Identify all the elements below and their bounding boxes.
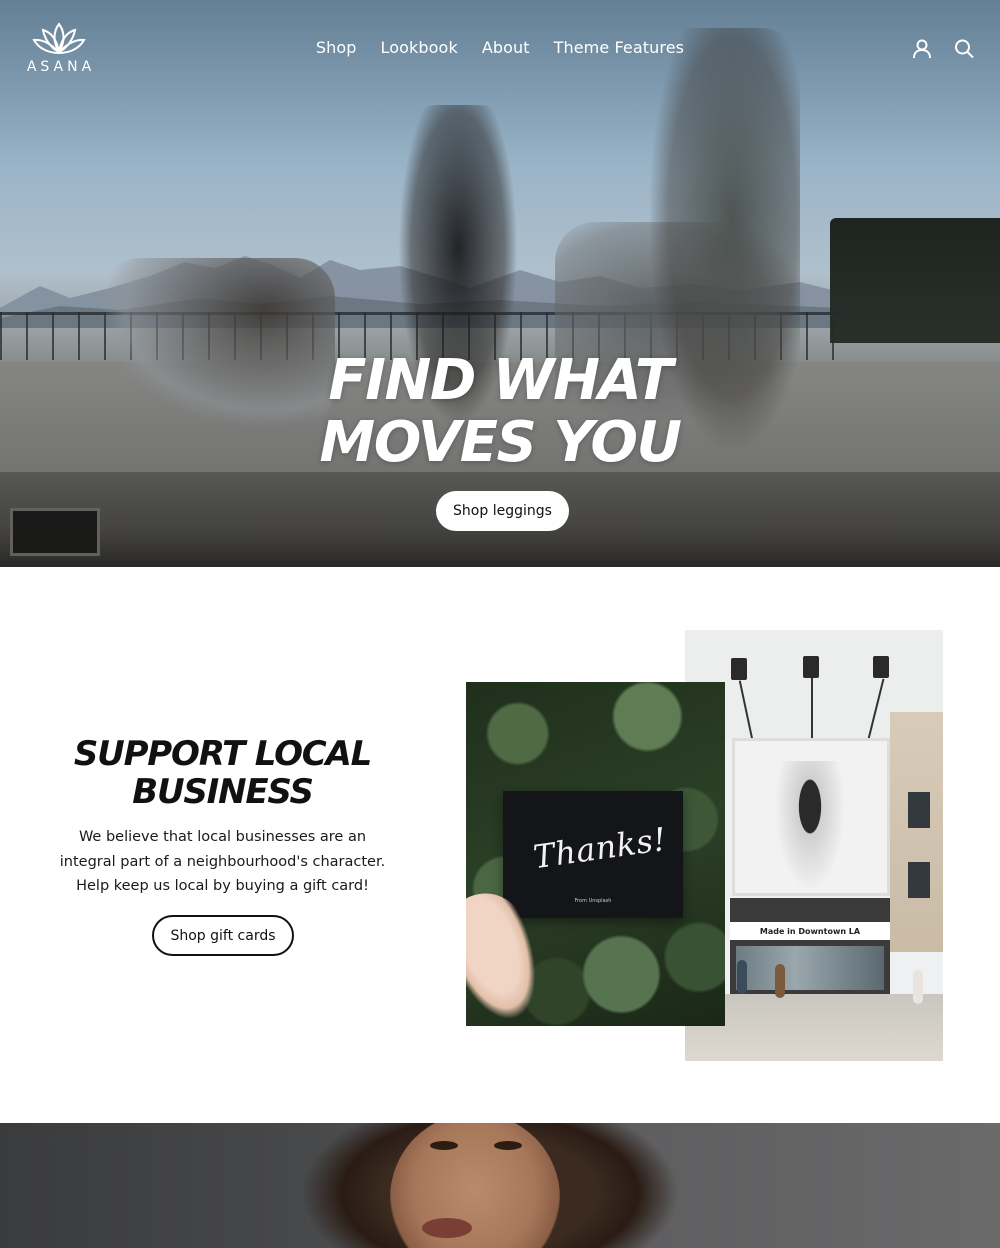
- nav-shop[interactable]: Shop: [316, 36, 357, 59]
- building-window: [908, 792, 930, 828]
- thanks-card: Thanks! From Unsplash: [503, 791, 683, 918]
- account-icon[interactable]: [912, 38, 932, 60]
- lamp-pole: [811, 678, 813, 740]
- stadium-lamp: [873, 656, 889, 678]
- shop-leggings-button[interactable]: Shop leggings: [436, 491, 569, 531]
- nav-lookbook[interactable]: Lookbook: [381, 36, 458, 59]
- portrait-eye: [494, 1141, 522, 1150]
- hero-overlay: [0, 0, 1000, 567]
- header-icons: [912, 38, 974, 60]
- pedestrian: [913, 970, 923, 1004]
- pedestrian: [775, 964, 785, 998]
- support-title-line-2: BUSINESS: [132, 772, 314, 812]
- support-description: We believe that local businesses are an …: [59, 829, 386, 894]
- building-window: [908, 862, 930, 898]
- billboard-portrait: [775, 761, 845, 891]
- storefront-sign: Made in Downtown LA: [730, 922, 890, 940]
- billboard: [732, 738, 890, 896]
- nav-theme-features[interactable]: Theme Features: [554, 36, 684, 59]
- storefront: Made in Downtown LA: [730, 898, 890, 994]
- thanks-card-text: Thanks!: [531, 819, 669, 877]
- portrait-face: [390, 1123, 560, 1248]
- portrait-banner: [0, 1123, 1000, 1248]
- pedestrian: [737, 960, 747, 994]
- stadium-lamp: [731, 658, 747, 680]
- search-icon[interactable]: [954, 38, 974, 60]
- shop-gift-cards-button[interactable]: Shop gift cards: [152, 915, 294, 956]
- thanks-card-photo: Thanks! From Unsplash: [466, 682, 725, 1026]
- support-title: SUPPORT LOCAL BUSINESS: [40, 735, 405, 811]
- hero-title-line-2: MOVES YOU: [319, 410, 682, 475]
- storefront-window: [736, 946, 884, 990]
- main-nav: Shop Lookbook About Theme Features: [0, 36, 1000, 59]
- portrait-eye: [430, 1141, 458, 1150]
- portrait-lips: [422, 1218, 472, 1238]
- support-title-line-1: SUPPORT LOCAL: [73, 734, 372, 774]
- logo-text: ASANA: [26, 59, 96, 75]
- hero-banner: ASANA Shop Lookbook About Theme Features…: [0, 0, 1000, 567]
- nav-about[interactable]: About: [482, 36, 530, 59]
- thanks-card-small-text: From Unsplash: [574, 898, 612, 904]
- stadium-lamp: [803, 656, 819, 678]
- hero-title: FIND WHAT MOVES YOU: [0, 350, 1000, 474]
- hero-title-line-1: FIND WHAT: [328, 348, 673, 413]
- city-building: [890, 712, 943, 952]
